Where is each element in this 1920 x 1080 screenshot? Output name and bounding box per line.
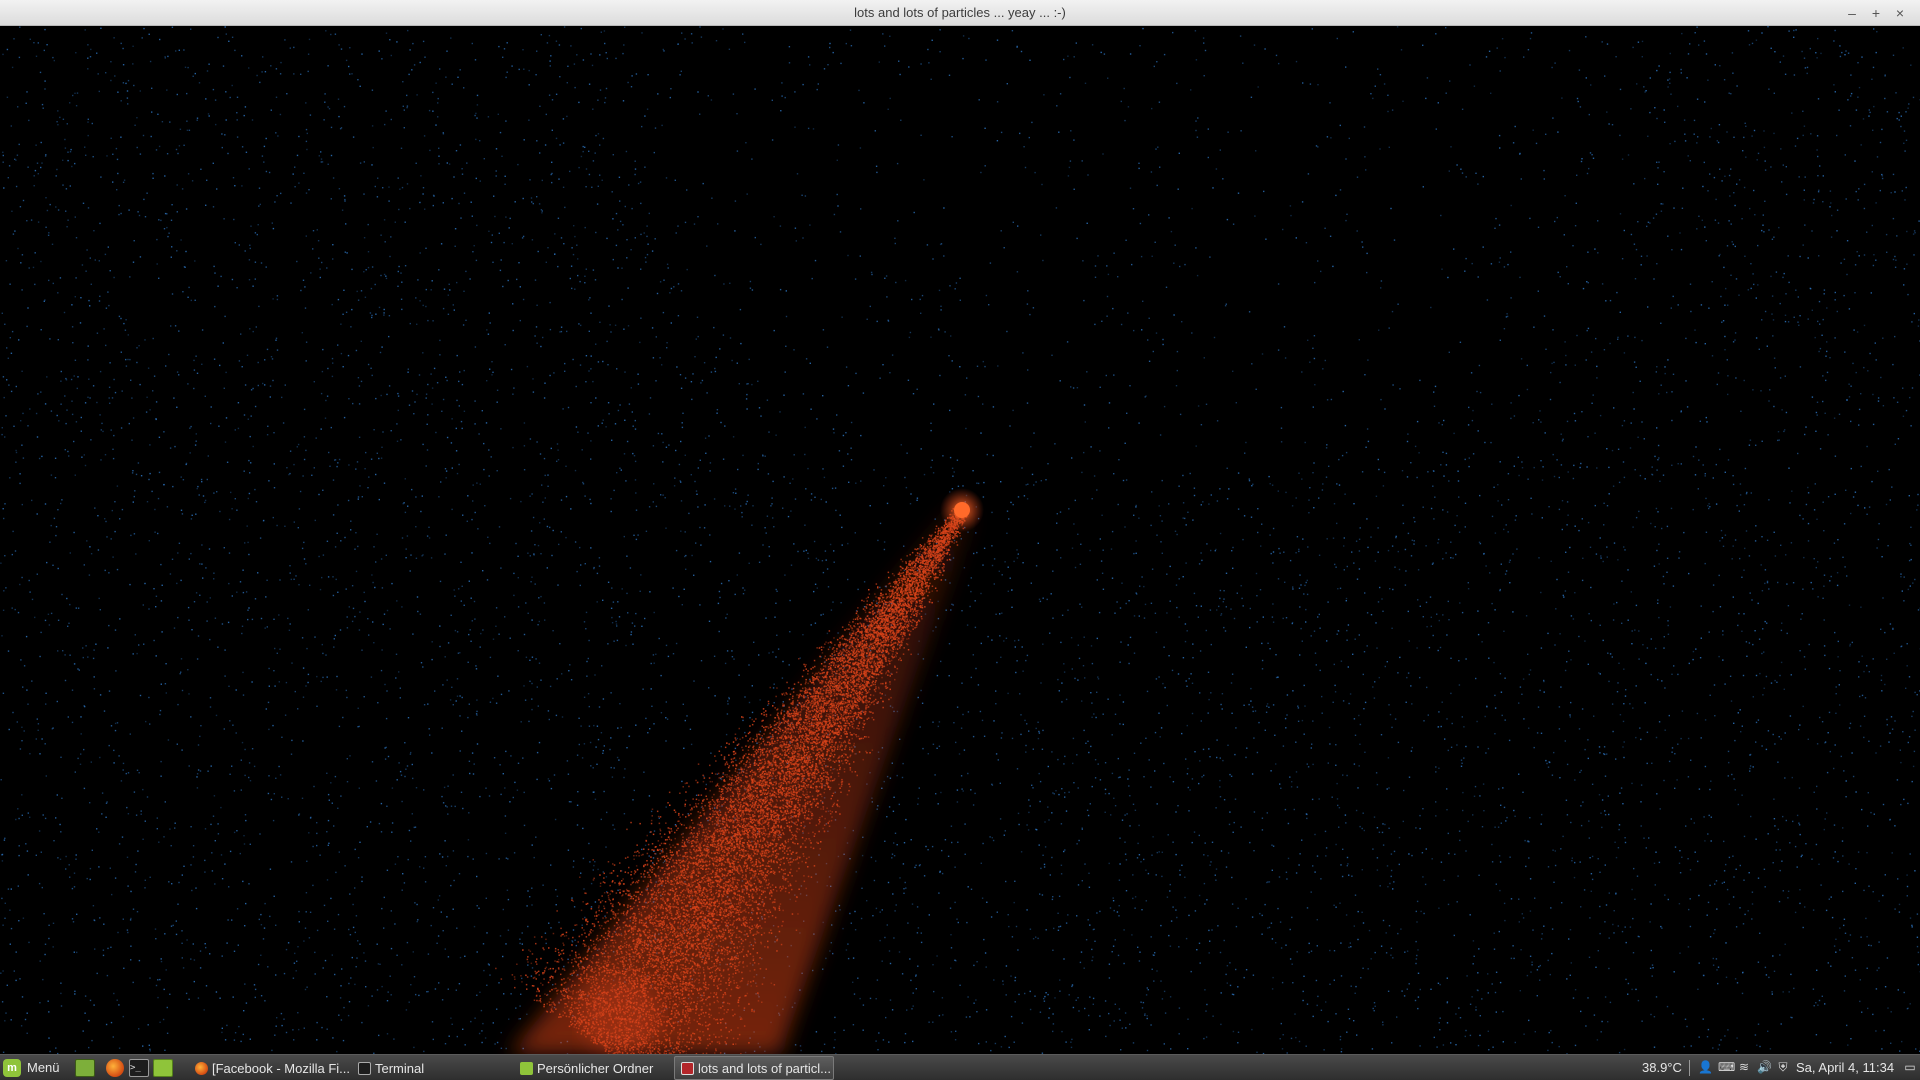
minimize-button[interactable]: – (1843, 4, 1861, 22)
task-label: Terminal (375, 1061, 424, 1076)
folder-icon (520, 1061, 533, 1075)
show-desktop-icon[interactable]: ▭ (1904, 1061, 1916, 1074)
title-bar[interactable]: lots and lots of particles ... yeay ... … (0, 0, 1920, 26)
wifi-icon[interactable]: ≋ (1738, 1061, 1750, 1074)
menu-button[interactable]: m Menü (3, 1055, 69, 1080)
user-icon[interactable]: 👤 (1698, 1061, 1713, 1074)
show-desktop-launcher-icon[interactable] (75, 1059, 95, 1077)
terminal-launcher-icon[interactable]: >_ (129, 1059, 149, 1077)
close-button[interactable]: × (1891, 4, 1909, 22)
trail-cluster (580, 976, 660, 1054)
particles-window: lots and lots of particles ... yeay ... … (0, 0, 1920, 1054)
task-particles-app[interactable]: lots and lots of particl... (674, 1056, 834, 1080)
task-label: [Facebook - Mozilla Fi... (212, 1061, 350, 1076)
tray-separator (1689, 1060, 1690, 1076)
task-terminal[interactable]: Terminal (352, 1056, 512, 1080)
window-title: lots and lots of particles ... yeay ... … (0, 0, 1920, 26)
app-icon (681, 1061, 694, 1075)
files-launcher-icon[interactable] (153, 1059, 173, 1077)
terminal-icon (358, 1061, 371, 1075)
mint-logo-icon: m (3, 1058, 21, 1077)
keyboard-icon[interactable]: ⌨ (1718, 1061, 1735, 1074)
firefox-icon (195, 1061, 208, 1075)
temperature-readout[interactable]: 38.9°C (1642, 1055, 1682, 1080)
particle-scene (0, 26, 1920, 1054)
menu-label: Menü (27, 1060, 60, 1075)
task-firefox[interactable]: [Facebook - Mozilla Fi... (189, 1056, 350, 1080)
task-label: Persönlicher Ordner (537, 1061, 653, 1076)
particle-canvas[interactable] (0, 26, 1920, 1054)
shield-icon[interactable]: ⛨ (1777, 1061, 1789, 1074)
particle-head (954, 502, 970, 518)
taskbar: m Menü >_ [Facebook - Mozilla Fi... Term… (0, 1054, 1920, 1080)
maximize-button[interactable]: + (1867, 4, 1885, 22)
firefox-launcher-icon[interactable] (106, 1059, 124, 1077)
volume-icon[interactable]: 🔊 (1757, 1061, 1772, 1074)
clock[interactable]: Sa, April 4, 11:34 (1796, 1055, 1894, 1080)
task-label: lots and lots of particl... (698, 1061, 831, 1076)
task-home-folder[interactable]: Persönlicher Ordner (514, 1056, 674, 1080)
